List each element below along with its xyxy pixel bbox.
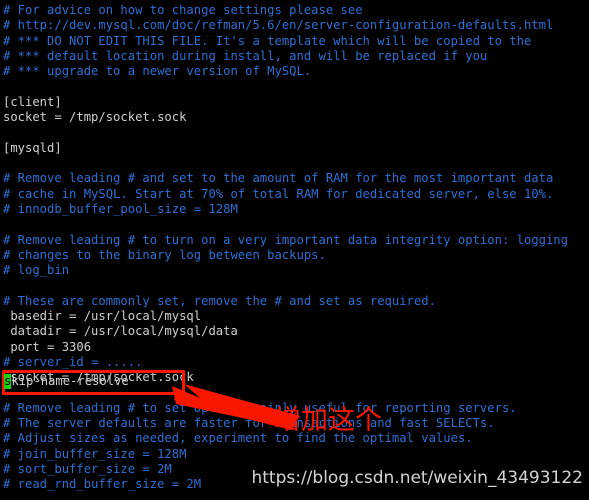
code-line: basedir = /usr/local/mysql: [3, 309, 202, 323]
code-line: # cache in MySQL. Start at 70% of total …: [3, 186, 554, 201]
code-line: # log_bin: [3, 263, 70, 278]
code-line: [mysqld]: [3, 140, 62, 155]
code-line: # read_rnd_buffer_size = 2M: [3, 477, 202, 492]
code-line: # *** upgrade to a newer version of MySQ…: [3, 64, 312, 79]
code-line: # *** DO NOT EDIT THIS FILE. It's a temp…: [3, 33, 532, 48]
code-line: # These are commonly set, remove the # a…: [3, 293, 436, 308]
code-line: # Remove leading # and set to the amount…: [3, 171, 554, 186]
code-line: port = 3306: [3, 339, 92, 354]
code-line: datadir = /usr/local/mysql/data: [3, 324, 238, 339]
code-line: # For advice on how to change settings p…: [3, 3, 363, 17]
code-line: # changes to the binary log between back…: [3, 247, 326, 262]
code-line: [client]: [3, 94, 62, 109]
code-line: # *** default location during install, a…: [3, 48, 488, 63]
watermark-url: https://blog.csdn.net/weixin_43493122: [251, 468, 583, 488]
code-line: # Remove leading # to turn on a very imp…: [3, 232, 568, 247]
code-line: # sort_buffer_size = 2M: [3, 462, 172, 476]
code-line: # http://dev.mysql.com/doc/refman/5.6/en…: [3, 18, 554, 33]
code-line: socket = /tmp/socket.sock: [3, 110, 187, 125]
code-line: # join_buffer_size = 128M: [3, 446, 187, 461]
annotation-note-text: 增加这个: [274, 405, 382, 436]
code-line: # innodb_buffer_pool_size = 128M: [3, 201, 238, 216]
terminal-window[interactable]: # For advice on how to change settings p…: [0, 0, 589, 500]
